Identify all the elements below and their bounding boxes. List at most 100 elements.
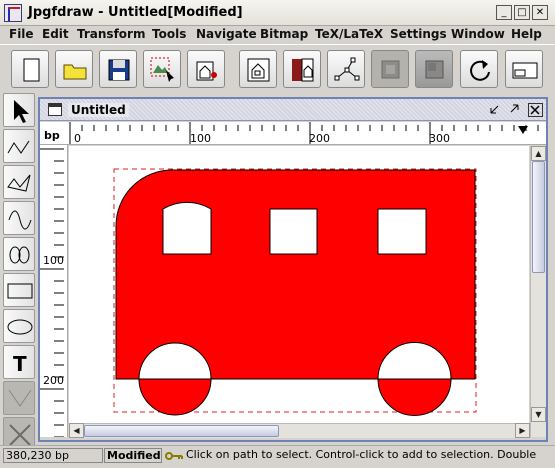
rectangle-icon (7, 283, 33, 299)
canvas-drawing (113, 168, 477, 416)
ruler-label-v100: 100 (43, 254, 64, 267)
scroll-left-button[interactable]: ◀ (69, 423, 84, 438)
select-tool-button[interactable] (3, 93, 35, 127)
menu-help[interactable]: Help (511, 27, 542, 41)
ruler-label-300: 300 (429, 132, 450, 145)
close-icon (530, 105, 540, 115)
ruler-label-0: 0 (74, 132, 81, 145)
pressed-tool-button[interactable] (415, 50, 453, 88)
image-frame-button[interactable] (239, 50, 277, 88)
bus-rear-wheel (377, 378, 452, 416)
menu-tools[interactable]: Tools (152, 27, 186, 41)
scroll-down-button[interactable]: ▼ (531, 407, 546, 422)
math-tool-button[interactable] (3, 381, 35, 415)
loop-tool-button[interactable] (3, 237, 35, 271)
menu-edit[interactable]: Edit (42, 27, 69, 41)
image-select-icon (150, 57, 174, 82)
modified-indicator: Modified (104, 448, 162, 463)
menu-file[interactable]: File (9, 27, 34, 41)
ruler-label-100: 100 (190, 132, 211, 145)
vertical-scrollbar[interactable]: ▲ ▼ (530, 146, 546, 437)
document-title: Untitled (68, 103, 129, 117)
close-window-button[interactable]: ✕ (532, 5, 548, 20)
document-titlebar: Untitled (40, 99, 546, 121)
scroll-right-button[interactable]: ▶ (515, 423, 530, 438)
menu-navigate[interactable]: Navigate (196, 27, 257, 41)
key-icon (165, 452, 183, 460)
close-document-button[interactable] (528, 103, 543, 117)
horizontal-scrollbar[interactable]: ◀ ▶ (69, 423, 530, 438)
ruler-label-v200: 200 (43, 374, 64, 387)
image-export-icon (292, 58, 314, 82)
new-file-icon (23, 58, 40, 82)
app-logo-icon (4, 4, 22, 22)
maximize-document-button[interactable] (506, 103, 521, 117)
curve-tool-button[interactable] (3, 201, 35, 235)
vertical-ruler-ticks (40, 148, 64, 437)
ruler-label-200: 200 (309, 132, 330, 145)
scroll-up-button[interactable]: ▲ (531, 146, 546, 161)
horizontal-scroll-thumb[interactable] (84, 425, 279, 437)
tool-palette: T (0, 92, 36, 451)
text-tool-button[interactable]: T (3, 345, 35, 379)
image-insert-icon (196, 61, 217, 81)
closed-line-tool-button[interactable] (3, 165, 35, 199)
image-frame-icon (247, 58, 270, 82)
vertical-scroll-thumb[interactable] (532, 161, 545, 273)
horizontal-ruler-ticks (69, 122, 539, 144)
minimize-button[interactable]: _ (496, 5, 512, 20)
open-line-tool-button[interactable] (3, 129, 35, 163)
window-titlebar: Jpgfdraw - Untitled[Modified] _ □ ✕ (0, 0, 555, 26)
new-file-button[interactable] (11, 50, 49, 88)
image-export-button[interactable] (283, 50, 321, 88)
math-tool-icon (8, 389, 32, 407)
coordinates-readout: 380,230 bp (3, 448, 103, 463)
open-folder-icon (63, 64, 87, 80)
drawing-canvas[interactable] (69, 146, 529, 423)
window-fit-icon (512, 62, 538, 79)
window-fit-button[interactable] (505, 50, 543, 88)
closed-line-icon (7, 174, 31, 192)
ellipse-icon (7, 319, 33, 335)
window-title: Jpgfdraw - Untitled[Modified] (28, 5, 243, 20)
open-file-button[interactable] (55, 50, 93, 88)
path-nodes-icon (334, 57, 360, 81)
menu-settings[interactable]: Settings (390, 27, 447, 41)
document-frame: Untitled bp 0 100 200 300 100 200 ▲ ▼ ◀ … (38, 97, 548, 442)
image-insert-button[interactable] (187, 50, 225, 88)
open-line-icon (7, 140, 30, 154)
svg-text:T: T (13, 352, 27, 376)
menu-bar: File Edit Transform Tools Navigate Bitma… (0, 26, 555, 44)
bus-front-wheel (138, 378, 212, 416)
status-message: Click on path to select. Control-click t… (186, 448, 537, 461)
text-tool-icon: T (13, 352, 27, 376)
main-toolbar (0, 44, 555, 92)
horizontal-ruler: bp 0 100 200 300 (40, 122, 546, 145)
image-select-button[interactable] (143, 50, 181, 88)
pressed-tool-icon (425, 60, 444, 79)
iconify-icon (490, 105, 499, 114)
maximize-button[interactable]: □ (514, 5, 530, 20)
disabled-tool-button[interactable] (371, 50, 409, 88)
rectangle-tool-button[interactable] (3, 273, 35, 307)
menu-tex-latex[interactable]: TeX/LaTeX (315, 27, 383, 41)
menu-window[interactable]: Window (451, 27, 505, 41)
menu-transform[interactable]: Transform (77, 27, 145, 41)
path-nodes-button[interactable] (327, 50, 365, 88)
ellipse-tool-button[interactable] (3, 309, 35, 343)
vertical-ruler: 100 200 (40, 145, 68, 437)
redraw-button[interactable] (460, 50, 498, 88)
iconify-document-button[interactable] (488, 103, 503, 117)
loop-icon (9, 246, 30, 264)
curve-icon (8, 210, 32, 230)
save-button[interactable] (99, 50, 137, 88)
document-icon (48, 103, 62, 116)
save-icon (108, 59, 130, 81)
redraw-icon (470, 60, 490, 81)
maximize-icon (510, 104, 519, 113)
disabled-tool-icon (381, 60, 400, 79)
bus-shape[interactable] (115, 169, 476, 380)
status-bar: 380,230 bp Modified Click on path to sel… (0, 445, 555, 468)
select-arrow-icon (14, 100, 29, 123)
menu-bitmap[interactable]: Bitmap (260, 27, 308, 41)
